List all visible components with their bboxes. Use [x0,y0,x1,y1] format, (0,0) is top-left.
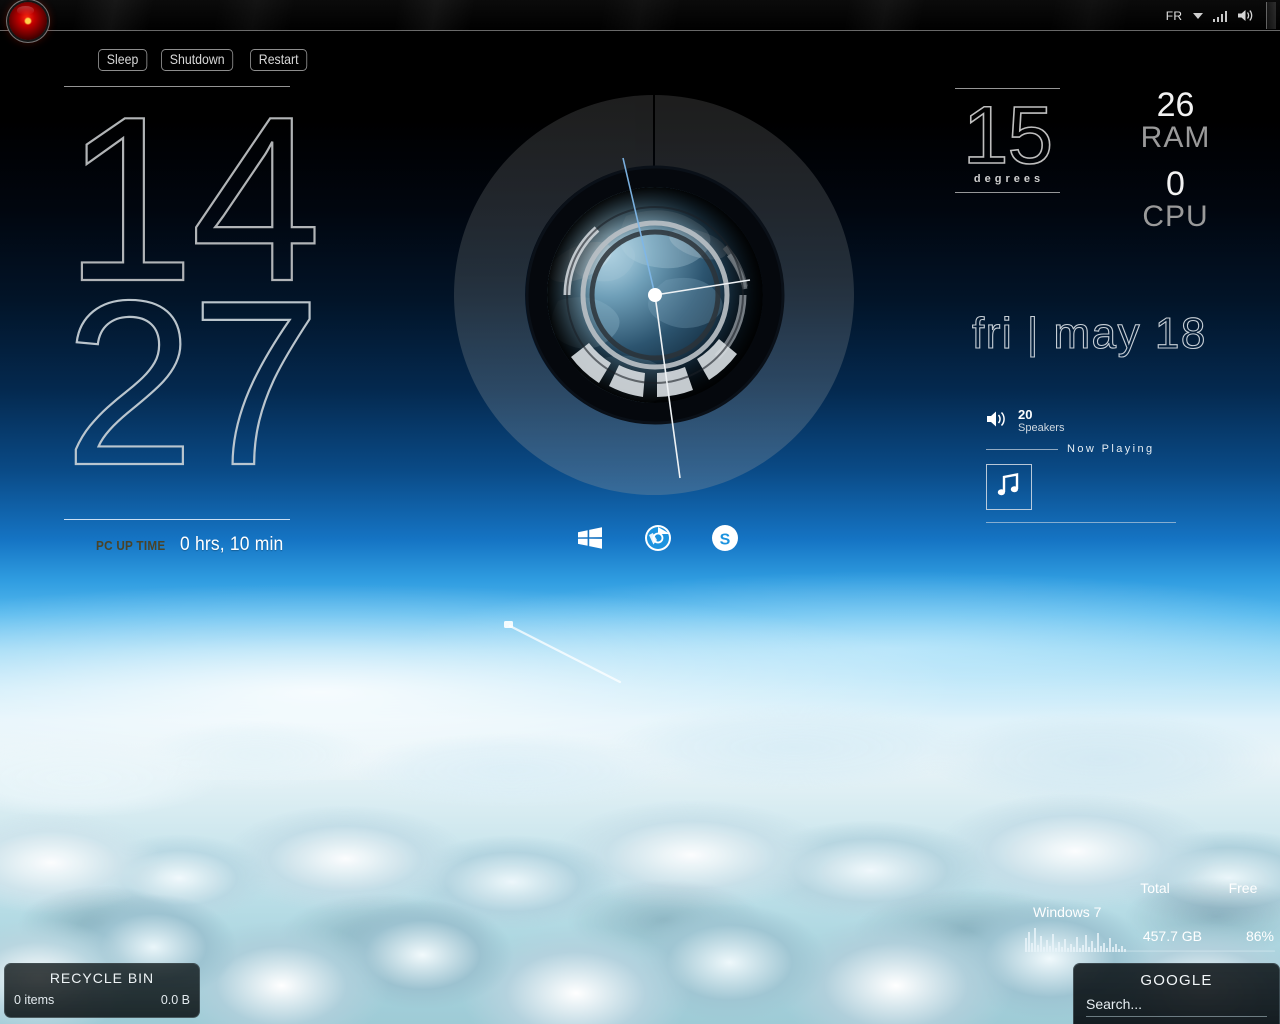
volume-icon[interactable] [1237,8,1254,23]
now-playing-divider [986,448,1058,450]
music-note-icon [994,470,1024,505]
taskbar: FR [0,0,1280,40]
disk-header-free: Free [1228,880,1258,896]
volume-widget[interactable]: 20 Speakers [986,408,1064,435]
desktop-root: FR Sleep Shutdown Restart 14 27 PC UP TI… [0,0,1280,1024]
disk-drive-name: Windows 7 [1033,904,1102,920]
temperature-value: 15 [962,90,1054,181]
recycle-bin-item-count: 0 items [14,993,55,1007]
taskbar-streaks [0,0,1280,31]
temp-top-divider [955,88,1060,89]
show-desktop-button[interactable] [1266,2,1276,29]
chevron-down-icon[interactable] [1192,12,1203,19]
recycle-bin-widget[interactable]: RECYCLE BIN 0 items 0.0 B [4,963,200,1018]
windows-start-icon[interactable] [575,523,605,553]
cpu-label: CPU [1142,200,1209,233]
disk-header-total: Total [1140,880,1170,896]
uptime-widget: PC UP TIME 0 hrs, 10 min [96,534,293,556]
uptime-value: 0 hrs, 10 min [180,534,284,555]
cpu-value: 0 [1166,165,1185,203]
clock-widget: 14 27 [63,80,323,514]
temperature-widget: 15 degrees [955,88,1060,193]
language-indicator[interactable]: FR [1166,9,1183,23]
dock: S [575,518,740,558]
temp-bottom-divider [955,192,1060,193]
clock-digits: 14 27 [63,80,323,514]
search-title: GOOGLE [1140,972,1213,989]
recycle-bin-title: RECYCLE BIN [49,970,155,986]
signal-bars-icon[interactable] [1212,10,1227,22]
hal-eye-icon[interactable] [9,2,47,40]
volume-device-label: Speakers [1018,422,1065,434]
now-playing-widget: Now Playing [986,443,1176,523]
disk-total-value: 457.7 GB [1142,928,1202,944]
now-playing-header: Now Playing [1067,443,1155,455]
svg-text:S: S [720,532,731,549]
speaker-icon [986,409,1010,434]
now-playing-bottom-divider [986,522,1176,523]
orb-clock-widget[interactable] [430,66,880,546]
clock-bottom-divider [64,519,290,520]
ram-label: RAM [1140,121,1211,154]
skype-icon[interactable]: S [710,523,740,553]
google-search-widget[interactable]: GOOGLE Search... [1073,963,1280,1024]
volume-level: 20 [1018,407,1033,422]
system-stats-widget: 26 RAM 0 CPU [1118,88,1233,232]
disk-widget: Total Free Windows 7 457.7 GB 86% [1020,880,1280,956]
clock-minutes: 27 [63,251,323,514]
recycle-bin-size: 0.0 B [160,993,190,1007]
disk-free-value: 86% [1245,928,1274,944]
now-playing-album-art[interactable] [986,464,1032,510]
ram-value: 26 [1156,86,1195,124]
date-widget: fri | may 18 [971,308,1207,358]
chrome-icon[interactable] [643,523,673,553]
search-input[interactable]: Search... [1086,996,1267,1017]
taskbar-divider [0,30,1280,31]
system-tray: FR [1166,0,1276,31]
uptime-label: PC UP TIME [96,538,166,553]
